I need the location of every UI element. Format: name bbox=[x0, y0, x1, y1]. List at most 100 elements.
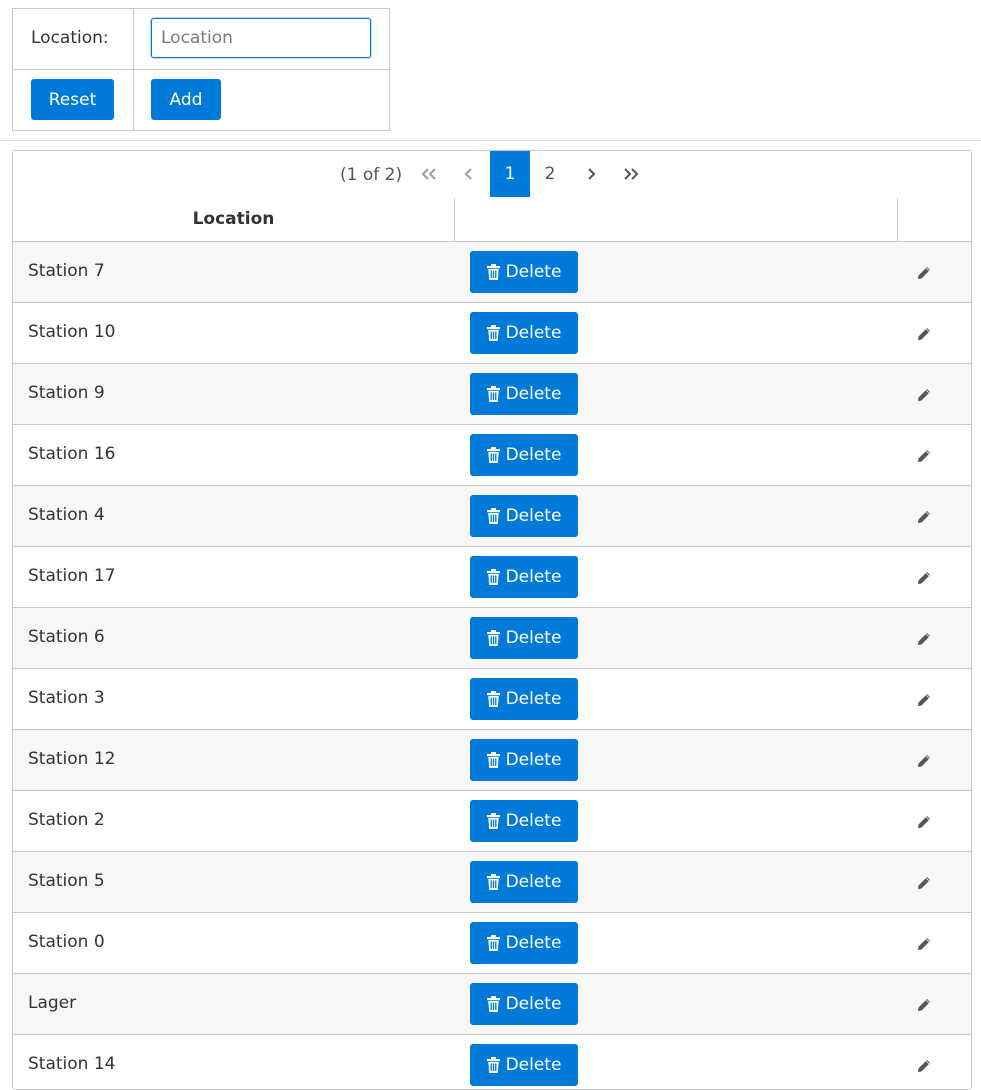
locations-table: (1 of 2) 1 2 Location Station 7 Delete S… bbox=[12, 150, 972, 1090]
delete-button-label: Delete bbox=[505, 689, 562, 709]
double-chevron-left-icon bbox=[421, 168, 436, 180]
pencil-icon[interactable] bbox=[917, 387, 931, 401]
delete-button-label: Delete bbox=[505, 567, 562, 587]
location-cell: Station 3 bbox=[28, 688, 105, 708]
pencil-icon[interactable] bbox=[917, 265, 931, 279]
paginator: (1 of 2) 1 2 bbox=[13, 151, 971, 199]
delete-button[interactable]: Delete bbox=[470, 1044, 578, 1086]
delete-button[interactable]: Delete bbox=[470, 983, 578, 1025]
location-cell: Station 7 bbox=[28, 261, 105, 281]
pencil-icon[interactable] bbox=[917, 875, 931, 889]
pencil-icon[interactable] bbox=[917, 692, 931, 706]
location-cell: Station 6 bbox=[28, 627, 105, 647]
section-divider bbox=[0, 140, 981, 141]
next-page-button[interactable] bbox=[581, 151, 601, 197]
reset-button[interactable]: Reset bbox=[31, 79, 114, 120]
trash-icon bbox=[486, 996, 500, 1012]
table-row: Station 3 Delete bbox=[13, 669, 971, 730]
chevron-right-icon bbox=[588, 168, 596, 180]
pencil-icon[interactable] bbox=[917, 326, 931, 340]
table-row: Lager Delete bbox=[13, 974, 971, 1035]
delete-button[interactable]: Delete bbox=[470, 434, 578, 476]
delete-button[interactable]: Delete bbox=[470, 495, 578, 537]
delete-button[interactable]: Delete bbox=[470, 678, 578, 720]
delete-button[interactable]: Delete bbox=[470, 800, 578, 842]
location-cell: Station 16 bbox=[28, 444, 116, 464]
paginator-current-report: (1 of 2) bbox=[340, 165, 403, 185]
delete-button-label: Delete bbox=[505, 811, 562, 831]
table-row: Station 16 Delete bbox=[13, 425, 971, 486]
location-input[interactable] bbox=[151, 18, 371, 58]
trash-icon bbox=[486, 874, 500, 890]
location-cell: Station 0 bbox=[28, 932, 105, 952]
pencil-icon[interactable] bbox=[917, 1058, 931, 1072]
delete-button[interactable]: Delete bbox=[470, 922, 578, 964]
table-body: Station 7 Delete Station 10 Delete Stati… bbox=[13, 242, 971, 1089]
trash-icon bbox=[486, 264, 500, 280]
table-row: Station 4 Delete bbox=[13, 486, 971, 547]
trash-icon bbox=[486, 386, 500, 402]
location-cell: Station 14 bbox=[28, 1054, 116, 1074]
delete-button[interactable]: Delete bbox=[470, 861, 578, 903]
location-cell: Station 4 bbox=[28, 505, 105, 525]
location-cell: Station 17 bbox=[28, 566, 116, 586]
delete-button-label: Delete bbox=[505, 994, 562, 1014]
table-row: Station 5 Delete bbox=[13, 852, 971, 913]
pencil-icon[interactable] bbox=[917, 509, 931, 523]
trash-icon bbox=[486, 630, 500, 646]
location-cell: Lager bbox=[28, 993, 77, 1013]
delete-button-label: Delete bbox=[505, 323, 562, 343]
delete-button-label: Delete bbox=[505, 506, 562, 526]
table-row: Station 6 Delete bbox=[13, 608, 971, 669]
table-row: Station 12 Delete bbox=[13, 730, 971, 791]
table-row: Station 9 Delete bbox=[13, 364, 971, 425]
table-header: Location bbox=[13, 198, 971, 242]
location-form: Location: Reset Add bbox=[12, 8, 390, 131]
delete-button[interactable]: Delete bbox=[470, 373, 578, 415]
pencil-icon[interactable] bbox=[917, 814, 931, 828]
table-row: Station 0 Delete bbox=[13, 913, 971, 974]
pencil-icon[interactable] bbox=[917, 753, 931, 767]
delete-button-label: Delete bbox=[505, 384, 562, 404]
location-cell: Station 5 bbox=[28, 871, 105, 891]
location-cell: Station 9 bbox=[28, 383, 105, 403]
delete-button[interactable]: Delete bbox=[470, 556, 578, 598]
chevron-left-icon bbox=[464, 168, 472, 180]
table-row: Station 7 Delete bbox=[13, 242, 971, 303]
trash-icon bbox=[486, 691, 500, 707]
prev-page-button[interactable] bbox=[459, 151, 479, 197]
pencil-icon[interactable] bbox=[917, 570, 931, 584]
location-cell: Station 12 bbox=[28, 749, 116, 769]
delete-button-label: Delete bbox=[505, 445, 562, 465]
table-row: Station 2 Delete bbox=[13, 791, 971, 852]
page-button-2[interactable]: 2 bbox=[530, 151, 570, 197]
delete-button-label: Delete bbox=[505, 262, 562, 282]
delete-button-label: Delete bbox=[505, 1055, 562, 1075]
pencil-icon[interactable] bbox=[917, 631, 931, 645]
delete-button-label: Delete bbox=[505, 628, 562, 648]
pencil-icon[interactable] bbox=[917, 936, 931, 950]
pencil-icon[interactable] bbox=[917, 448, 931, 462]
delete-button-label: Delete bbox=[505, 872, 562, 892]
form-divider bbox=[13, 69, 389, 70]
location-cell: Station 10 bbox=[28, 322, 116, 342]
table-row: Station 17 Delete bbox=[13, 547, 971, 608]
page-button-1[interactable]: 1 bbox=[490, 151, 530, 197]
column-header-location[interactable]: Location bbox=[13, 209, 454, 229]
trash-icon bbox=[486, 569, 500, 585]
delete-button[interactable]: Delete bbox=[470, 312, 578, 354]
delete-button[interactable]: Delete bbox=[470, 617, 578, 659]
delete-button[interactable]: Delete bbox=[470, 251, 578, 293]
trash-icon bbox=[486, 752, 500, 768]
trash-icon bbox=[486, 447, 500, 463]
delete-button[interactable]: Delete bbox=[470, 739, 578, 781]
table-row: Station 14 Delete bbox=[13, 1035, 971, 1089]
first-page-button[interactable] bbox=[417, 151, 441, 197]
location-label: Location: bbox=[31, 28, 109, 48]
delete-button-label: Delete bbox=[505, 750, 562, 770]
trash-icon bbox=[486, 325, 500, 341]
add-button[interactable]: Add bbox=[151, 79, 221, 120]
last-page-button[interactable] bbox=[619, 151, 643, 197]
pencil-icon[interactable] bbox=[917, 997, 931, 1011]
delete-button-label: Delete bbox=[505, 933, 562, 953]
